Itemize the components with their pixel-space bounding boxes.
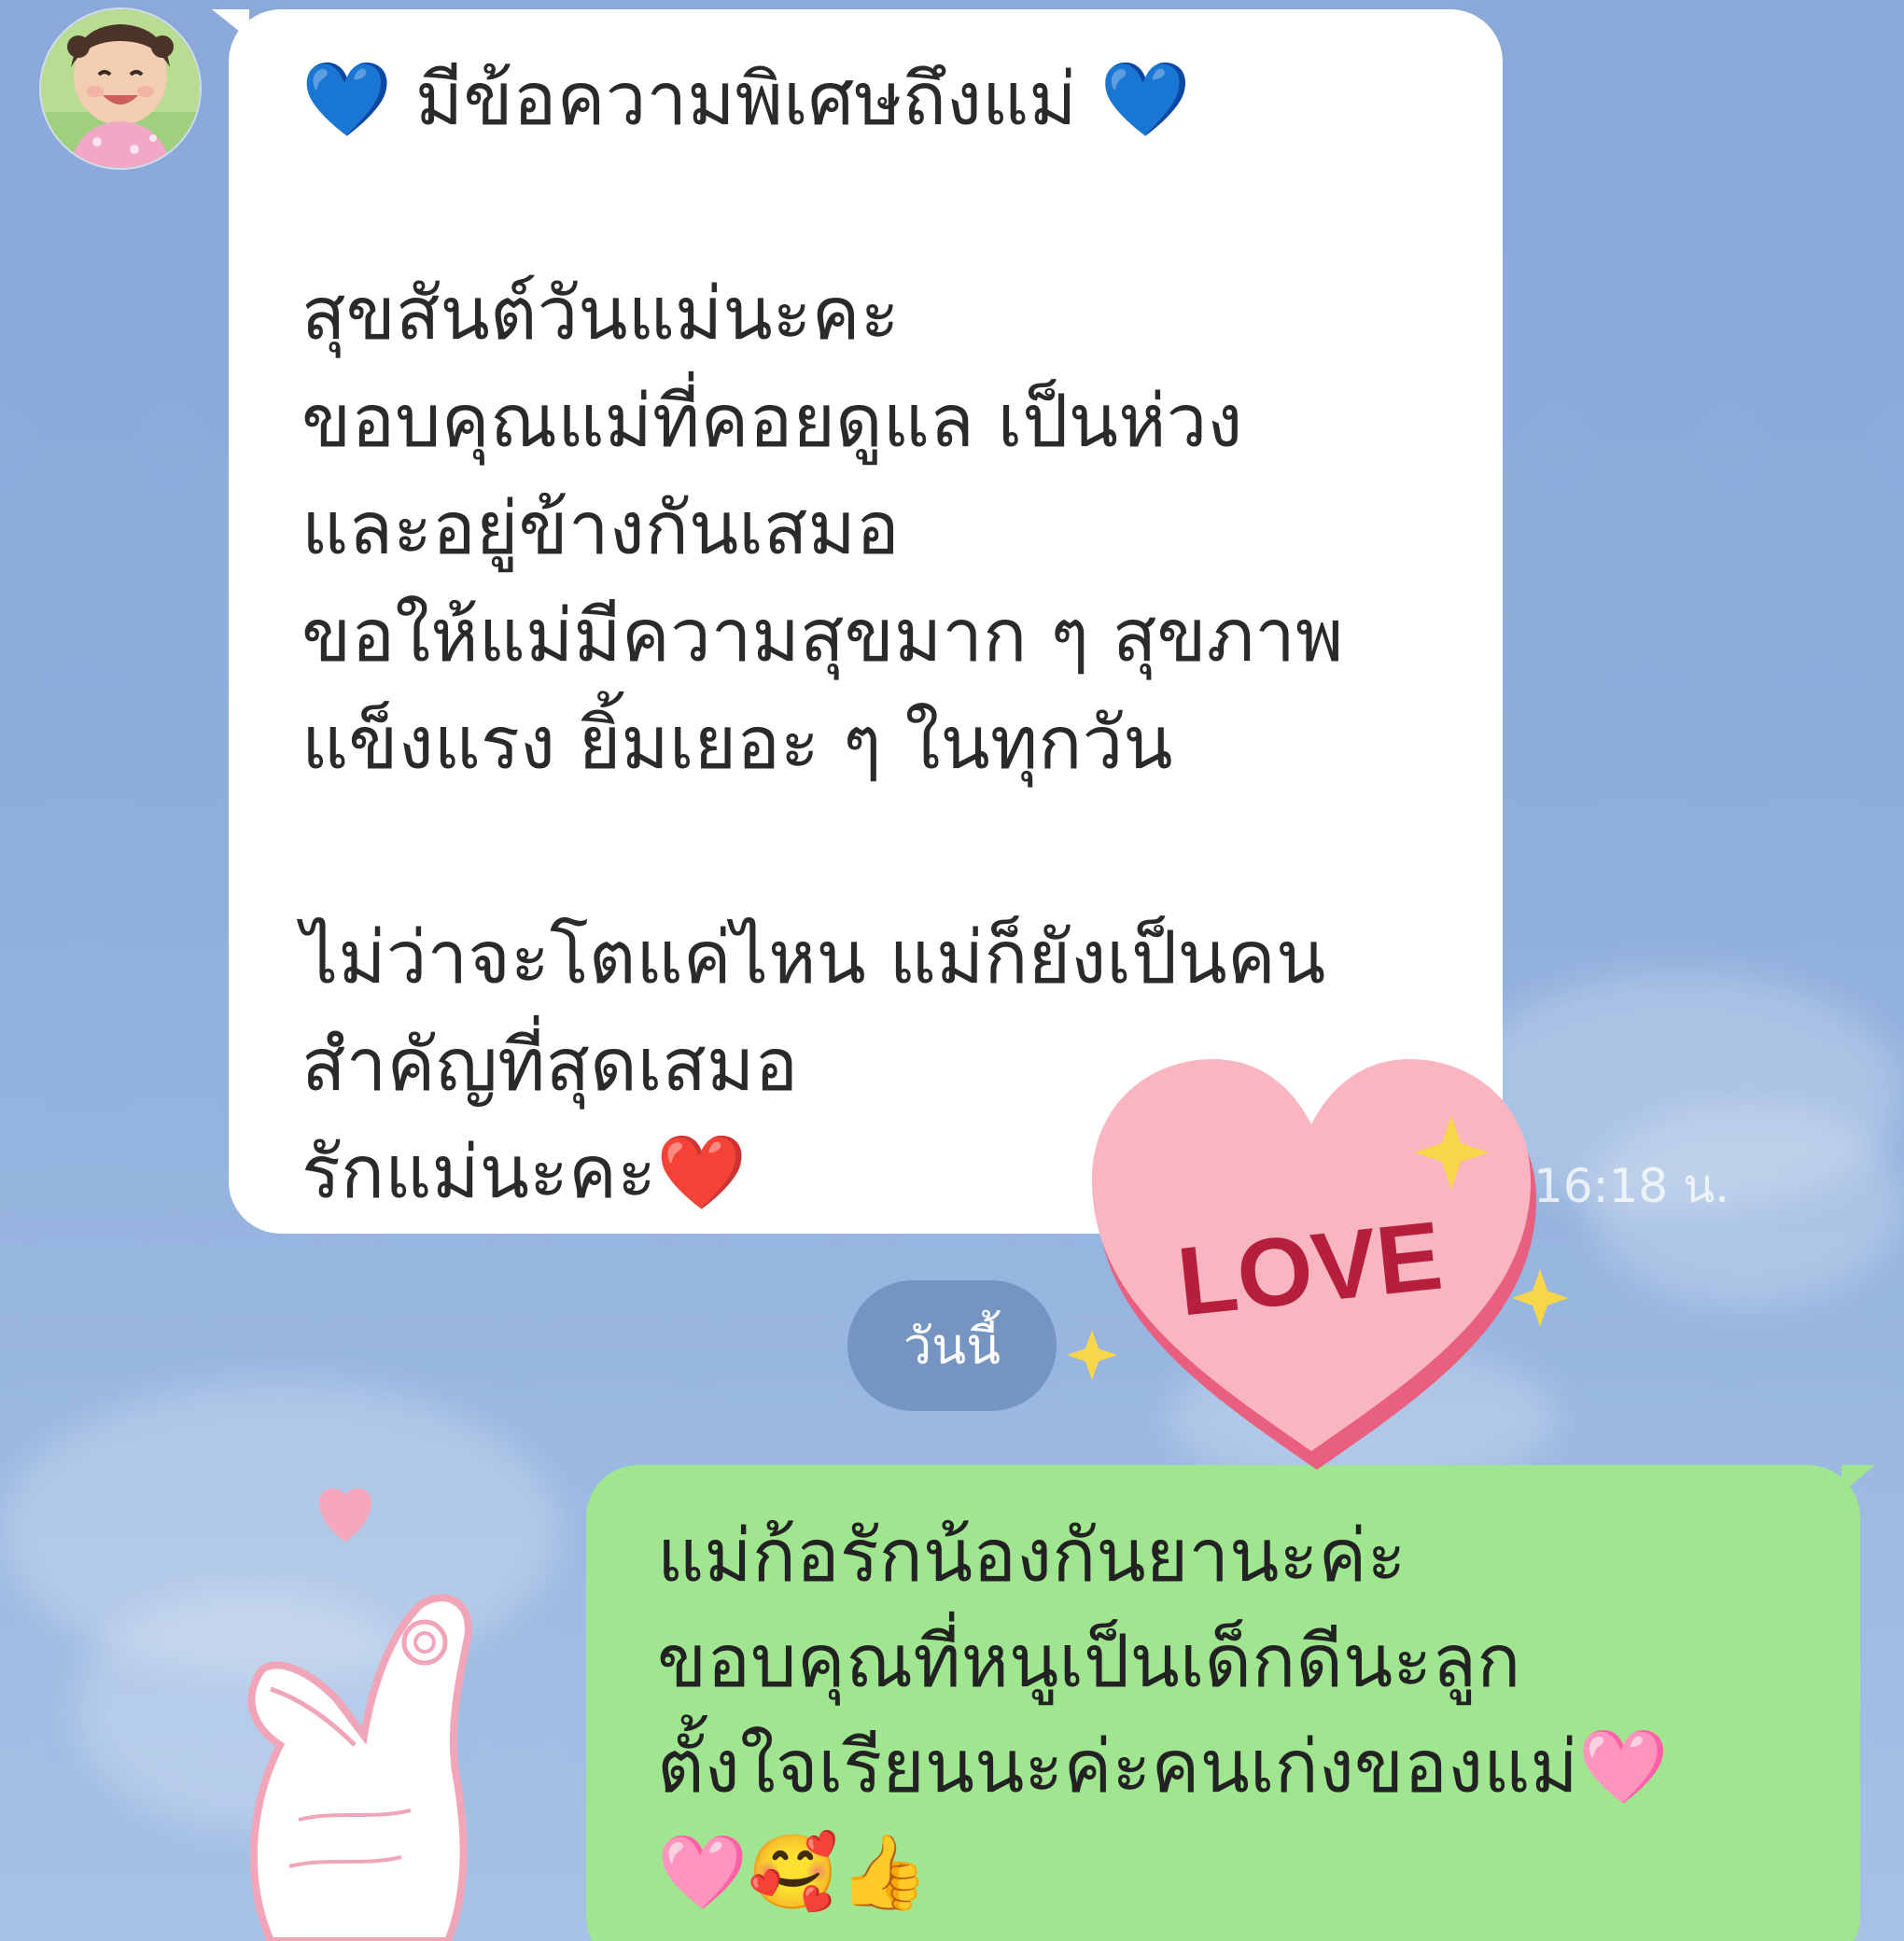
message-line-blank [301,798,1437,905]
message-line: แข็งแรง ยิ้มเยอะ ๆ ในทุกวัน [301,702,1173,786]
sparkle-icon [1512,1269,1568,1327]
message-line: 💙 มีข้อความพิเศษถึงแม่ 💙 [301,58,1191,142]
date-separator: วันนี้ [847,1280,1057,1411]
finger-heart-sticker[interactable] [233,1484,513,1941]
message-line: ขอบคุณแม่ที่คอยดูแล เป็นห่วง [301,380,1243,464]
message-line: ตั้งใจเรียนนะค่ะคนเก่งของแม่🩷 [657,1725,1669,1809]
heart-icon [319,1488,371,1542]
message-line: ขอบคุณที่หนูเป็นเด็กดีนะลูก [657,1620,1521,1704]
message-line: แม่ก้อรักน้องกันยานะค่ะ [657,1515,1407,1599]
sparkle-icon [1067,1330,1117,1380]
message-line: สุขสันต์วันแม่นะคะ [301,272,900,356]
message-line: ขอให้แม่มีความสุขมาก ๆ สุขภาพ [301,594,1344,678]
sender-avatar[interactable] [41,9,200,168]
message-line: และอยู่ข้างกันเสมอ [301,487,900,571]
love-heart-sticker[interactable]: LOVE [1067,1050,1568,1479]
message-line: ไม่ว่าจะโตแค่ไหน แม่ก็ยังเป็นคน [301,916,1326,1000]
outgoing-message-bubble[interactable]: แม่ก้อรักน้องกันยานะค่ะ ขอบคุณที่หนูเป็น… [586,1465,1875,1941]
message-timestamp: 16:18 น. [1533,1159,1730,1213]
message-line: 🩷🥰👍 [657,1831,930,1915]
message-line-blank [301,154,1437,261]
